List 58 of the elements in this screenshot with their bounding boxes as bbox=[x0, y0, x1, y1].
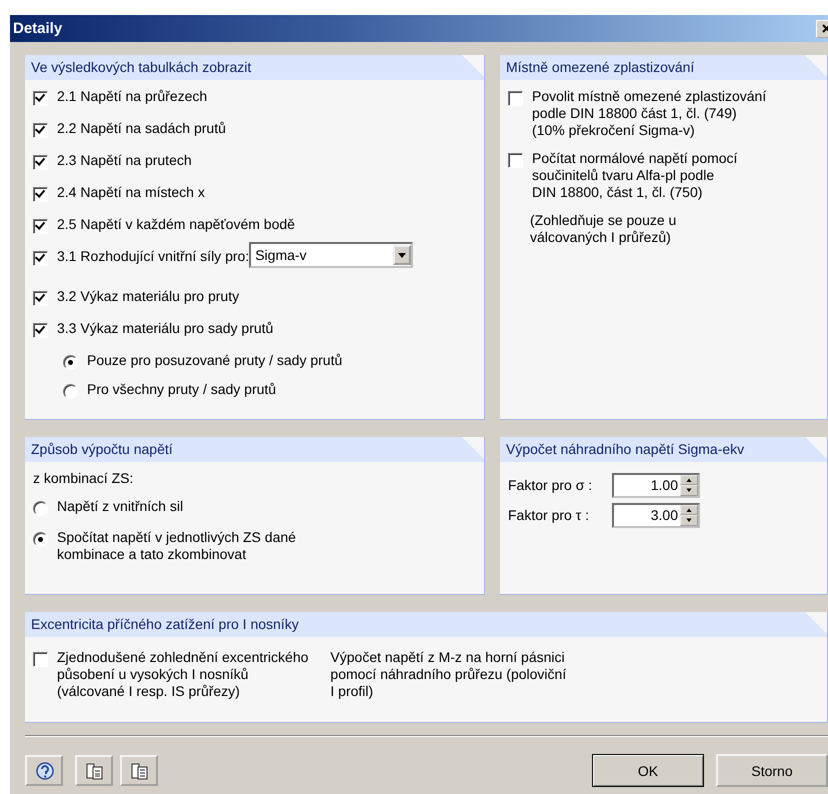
checkbox-label: 2.3 Napětí na prutech bbox=[57, 152, 192, 169]
checkbox[interactable] bbox=[508, 91, 523, 106]
help-icon bbox=[34, 760, 54, 780]
checkbox[interactable] bbox=[33, 123, 48, 138]
ok-button[interactable]: OK bbox=[592, 754, 704, 787]
radio-label: Napětí z vnitřních sil bbox=[57, 498, 184, 515]
export-button[interactable] bbox=[120, 755, 158, 786]
panel-header: Místně omezené zplastizování bbox=[500, 55, 827, 80]
document-icon bbox=[84, 760, 104, 780]
spin-up-icon[interactable] bbox=[680, 474, 698, 485]
checkbox[interactable] bbox=[33, 291, 48, 306]
checkbox[interactable] bbox=[33, 187, 48, 202]
checkbox[interactable] bbox=[33, 155, 48, 170]
radio-label: Pro všechny pruty / sady prutů bbox=[87, 381, 276, 398]
factor-label: Faktor pro τ : bbox=[508, 507, 590, 523]
checkbox-label: 3.1 Rozhodující vnitřní síly pro: bbox=[57, 248, 250, 265]
window-title: Detaily bbox=[12, 20, 62, 37]
checkbox-label: 2.1 Napětí na průřezech bbox=[57, 88, 208, 105]
factor-label: Faktor pro σ : bbox=[508, 477, 594, 493]
checkbox[interactable] bbox=[508, 153, 523, 168]
spin-field[interactable]: 1.00 bbox=[612, 472, 700, 498]
radio-button[interactable] bbox=[33, 501, 48, 516]
radio-button[interactable] bbox=[63, 384, 78, 399]
checkbox[interactable] bbox=[33, 219, 48, 234]
checkbox[interactable] bbox=[33, 323, 48, 338]
checkbox-label: Zjednodušené zohlednění excentrického působení u vysokých I nosníků (válcované I resp. IS průřezy) bbox=[57, 649, 308, 700]
checkbox[interactable] bbox=[33, 652, 48, 667]
panel-header: Excentricita příčného zatížení pro I nosníky bbox=[25, 612, 827, 637]
checkbox-label: 2.4 Napětí na místech x bbox=[57, 184, 205, 201]
import-button[interactable] bbox=[75, 755, 113, 786]
radio-label: Pouze pro posuzované pruty / sady prutů bbox=[87, 352, 342, 369]
radio-button[interactable] bbox=[33, 532, 48, 547]
field-label: z kombinací ZS: bbox=[33, 470, 134, 487]
note-text: (Zohledňuje se pouze u válcovaných I průřezů) bbox=[530, 212, 676, 246]
checkbox-label: 3.2 Výkaz materiálu pro pruty bbox=[57, 288, 240, 305]
spin-down-icon[interactable] bbox=[680, 515, 698, 526]
checkbox-label: Počítat normálové napětí pomocí součinitelů tvaru Alfa-pl podle DIN 18800, část 1, čl. (750) bbox=[532, 150, 738, 201]
checkbox[interactable] bbox=[33, 251, 48, 266]
dropdown-arrow-icon bbox=[398, 252, 406, 258]
checkbox-label: Povolit místně omezené zplastizování podle DIN 18800 část 1, čl. (749) (10% překročení Sigma-v) bbox=[532, 88, 766, 139]
checkbox-label: 2.2 Napětí na sadách prutů bbox=[57, 120, 226, 137]
cancel-button[interactable]: Storno bbox=[716, 754, 828, 787]
spin-down-icon[interactable] bbox=[680, 485, 698, 496]
checkbox-label: 2.5 Napětí v každém napěťovém bodě bbox=[57, 216, 295, 233]
dropdown-field[interactable]: Sigma-v bbox=[249, 242, 414, 268]
document-icon bbox=[128, 760, 150, 780]
spin-field[interactable]: 3.00 bbox=[612, 502, 700, 528]
spin-up-icon[interactable] bbox=[680, 504, 698, 515]
checkbox[interactable] bbox=[33, 91, 48, 106]
help-button[interactable] bbox=[25, 755, 63, 786]
panel-header: Způsob výpočtu napětí bbox=[25, 437, 484, 462]
note-text: Výpočet napětí z M-z na horní pásnici pomocí náhradního průřezu (poloviční I profil) bbox=[330, 649, 566, 700]
close-icon bbox=[822, 24, 828, 33]
radio-label: Spočítat napětí v jednotlivých ZS dané kombinace a tato zkombinovat bbox=[57, 529, 296, 563]
panel-header: Ve výsledkových tabulkách zobrazit bbox=[25, 55, 484, 80]
checkbox-label: 3.3 Výkaz materiálu pro sady prutů bbox=[57, 320, 274, 337]
panel-header: Výpočet náhradního napětí Sigma-ekv bbox=[500, 437, 827, 462]
radio-button[interactable] bbox=[63, 355, 78, 370]
